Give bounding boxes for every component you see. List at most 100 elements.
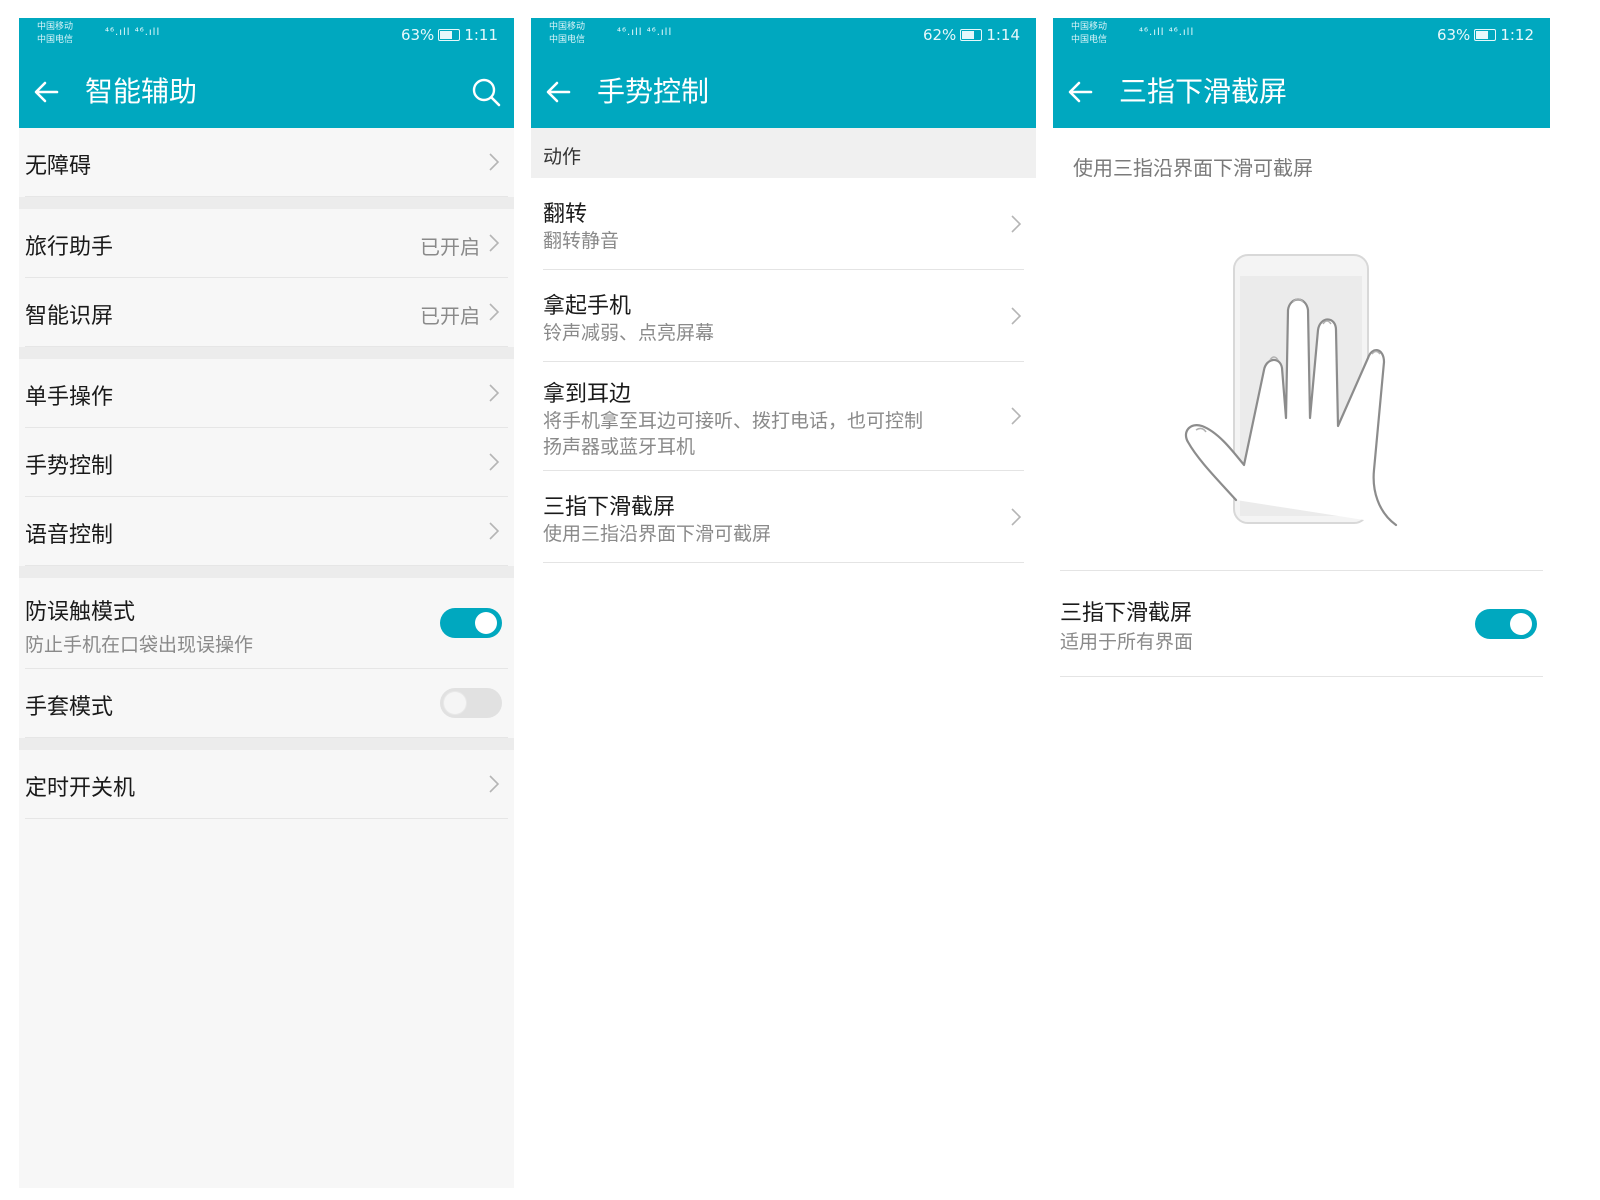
signal-icon: ⁴⁶.ıll ⁴⁶.ıll [1139,27,1195,38]
hand-on-phone-illustration [1184,254,1398,527]
chevron-right-icon [486,450,502,474]
divider [19,347,514,359]
carrier-1: 中国移动 [1071,22,1108,32]
toggle-knob [1510,613,1532,635]
list-item-pocket-mode: 防误触模式 防止手机在口袋出现误操作 [25,578,508,669]
chevron-right-icon [1008,505,1024,529]
list-item-raise-to-ear[interactable]: 拿到耳边 将手机拿至耳边可接听、拨打电话，也可控制 扬声器或蓝牙耳机 [543,362,1024,471]
status-value: 已开启 [420,235,480,259]
battery-icon [960,29,983,41]
status-right: 62% 1:14 [923,26,1020,44]
list-item-pick-up[interactable]: 拿起手机 铃声减弱、点亮屏幕 [543,270,1024,362]
list-item-smart-screen-recognition[interactable]: 智能识屏 已开启 [25,278,508,347]
list-item-travel-assistant[interactable]: 旅行助手 已开启 [25,209,508,278]
app-bar: 三指下滑截屏 [1053,56,1550,128]
signal-icon: ⁴⁶.ıll ⁴⁶.ıll [105,27,161,38]
item-label: 智能识屏 [25,304,114,329]
item-label: 手势控制 [25,454,114,479]
chevron-right-icon [486,231,502,255]
clock: 1:14 [986,26,1020,44]
item-label: 翻转 [543,202,588,227]
toggle-knob [475,612,497,634]
screen-smart-assist: 中国移动 中国电信 ⁴⁶.ıll ⁴⁶.ıll 63% 1:11 智能辅助 无障碍… [19,18,514,1188]
item-subtitle: 使用三指沿界面下滑可截屏 [543,523,772,545]
back-arrow-icon[interactable] [27,72,67,112]
status-bar: 中国移动 中国电信 ⁴⁶.ıll ⁴⁶.ıll 62% 1:14 [531,18,1036,56]
chevron-right-icon [486,772,502,796]
list-item-flip[interactable]: 翻转 翻转静音 [543,178,1024,270]
carrier-1: 中国移动 [37,22,74,32]
search-icon[interactable] [468,74,504,110]
list-item-one-hand-mode[interactable]: 单手操作 [25,359,508,428]
item-subtitle-line-2: 扬声器或蓝牙耳机 [543,436,696,458]
status-value: 已开启 [420,304,480,328]
carrier-2: 中国电信 [1071,35,1108,45]
carrier-2: 中国电信 [549,35,586,45]
item-label: 单手操作 [25,385,114,410]
status-right: 63% 1:11 [401,26,498,44]
screen-three-finger-screenshot: 中国移动 中国电信 ⁴⁶.ıll ⁴⁶.ıll 63% 1:12 三指下滑截屏 使… [1053,18,1550,738]
chevron-right-icon [486,381,502,405]
toggle-knob [444,692,466,714]
carrier-labels: 中国移动 中国电信 [549,21,585,47]
item-label: 手套模式 [25,695,114,720]
app-bar: 手势控制 [531,56,1036,128]
item-subtitle-line-1: 将手机拿至耳边可接听、拨打电话，也可控制 [543,410,924,432]
status-bar: 中国移动 中国电信 ⁴⁶.ıll ⁴⁶.ıll 63% 1:11 [19,18,514,56]
battery-percent: 63% [1436,26,1471,44]
carrier-labels: 中国移动 中国电信 [1071,21,1107,47]
carrier-labels: 中国移动 中国电信 [37,21,73,47]
item-label: 拿到耳边 [543,382,632,407]
list-item-three-finger-screenshot[interactable]: 三指下滑截屏 使用三指沿界面下滑可截屏 [543,471,1024,563]
glove-mode-toggle[interactable] [440,688,502,718]
item-label: 拿起手机 [543,294,632,319]
signal-icon: ⁴⁶.ıll ⁴⁶.ıll [617,27,673,38]
feature-description: 使用三指沿界面下滑可截屏 [1073,156,1313,180]
page-title: 智能辅助 [85,75,198,108]
app-bar: 智能辅助 [19,56,514,128]
item-subtitle: 防止手机在口袋出现误操作 [25,634,254,656]
page-title: 三指下滑截屏 [1119,75,1288,108]
item-label: 语音控制 [25,523,114,548]
list-item-accessibility[interactable]: 无障碍 [25,128,508,197]
item-label: 定时开关机 [25,776,136,801]
clock: 1:12 [1500,26,1534,44]
item-subtitle: 翻转静音 [543,230,620,252]
list-item-scheduled-power[interactable]: 定时开关机 [25,750,508,819]
setting-label: 三指下滑截屏 [1060,601,1193,626]
battery-icon [438,29,461,41]
item-label: 无障碍 [25,154,92,179]
battery-percent: 62% [922,26,957,44]
chevron-right-icon [1008,304,1024,328]
chevron-right-icon [1008,212,1024,236]
status-right: 63% 1:12 [1437,26,1534,44]
list-item-gesture-control[interactable]: 手势控制 [25,428,508,497]
setting-subtitle: 适用于所有界面 [1060,631,1194,653]
chevron-right-icon [486,300,502,324]
battery-percent: 63% [400,26,435,44]
carrier-2: 中国电信 [37,35,74,45]
carrier-1: 中国移动 [549,22,586,32]
item-label: 旅行助手 [25,235,114,260]
chevron-right-icon [1008,404,1024,428]
list-item-voice-control[interactable]: 语音控制 [25,497,508,566]
item-label: 三指下滑截屏 [543,495,676,520]
divider [19,738,514,750]
chevron-right-icon [486,519,502,543]
divider [19,566,514,578]
setting-three-finger-screenshot: 三指下滑截屏 适用于所有界面 [1060,570,1543,677]
back-arrow-icon[interactable] [539,72,579,112]
page-title: 手势控制 [597,75,710,108]
chevron-right-icon [486,150,502,174]
three-finger-screenshot-toggle[interactable] [1475,609,1537,639]
battery-icon [1474,29,1497,41]
clock: 1:11 [464,26,498,44]
item-subtitle: 铃声减弱、点亮屏幕 [543,322,715,344]
screen-gesture-control: 中国移动 中国电信 ⁴⁶.ıll ⁴⁶.ıll 62% 1:14 手势控制 动作 … [531,18,1036,638]
back-arrow-icon[interactable] [1061,72,1101,112]
item-label: 防误触模式 [25,600,136,625]
divider [19,197,514,209]
status-bar: 中国移动 中国电信 ⁴⁶.ıll ⁴⁶.ıll 63% 1:12 [1053,18,1550,56]
pocket-mode-toggle[interactable] [440,608,502,638]
section-header: 动作 [531,128,1036,178]
